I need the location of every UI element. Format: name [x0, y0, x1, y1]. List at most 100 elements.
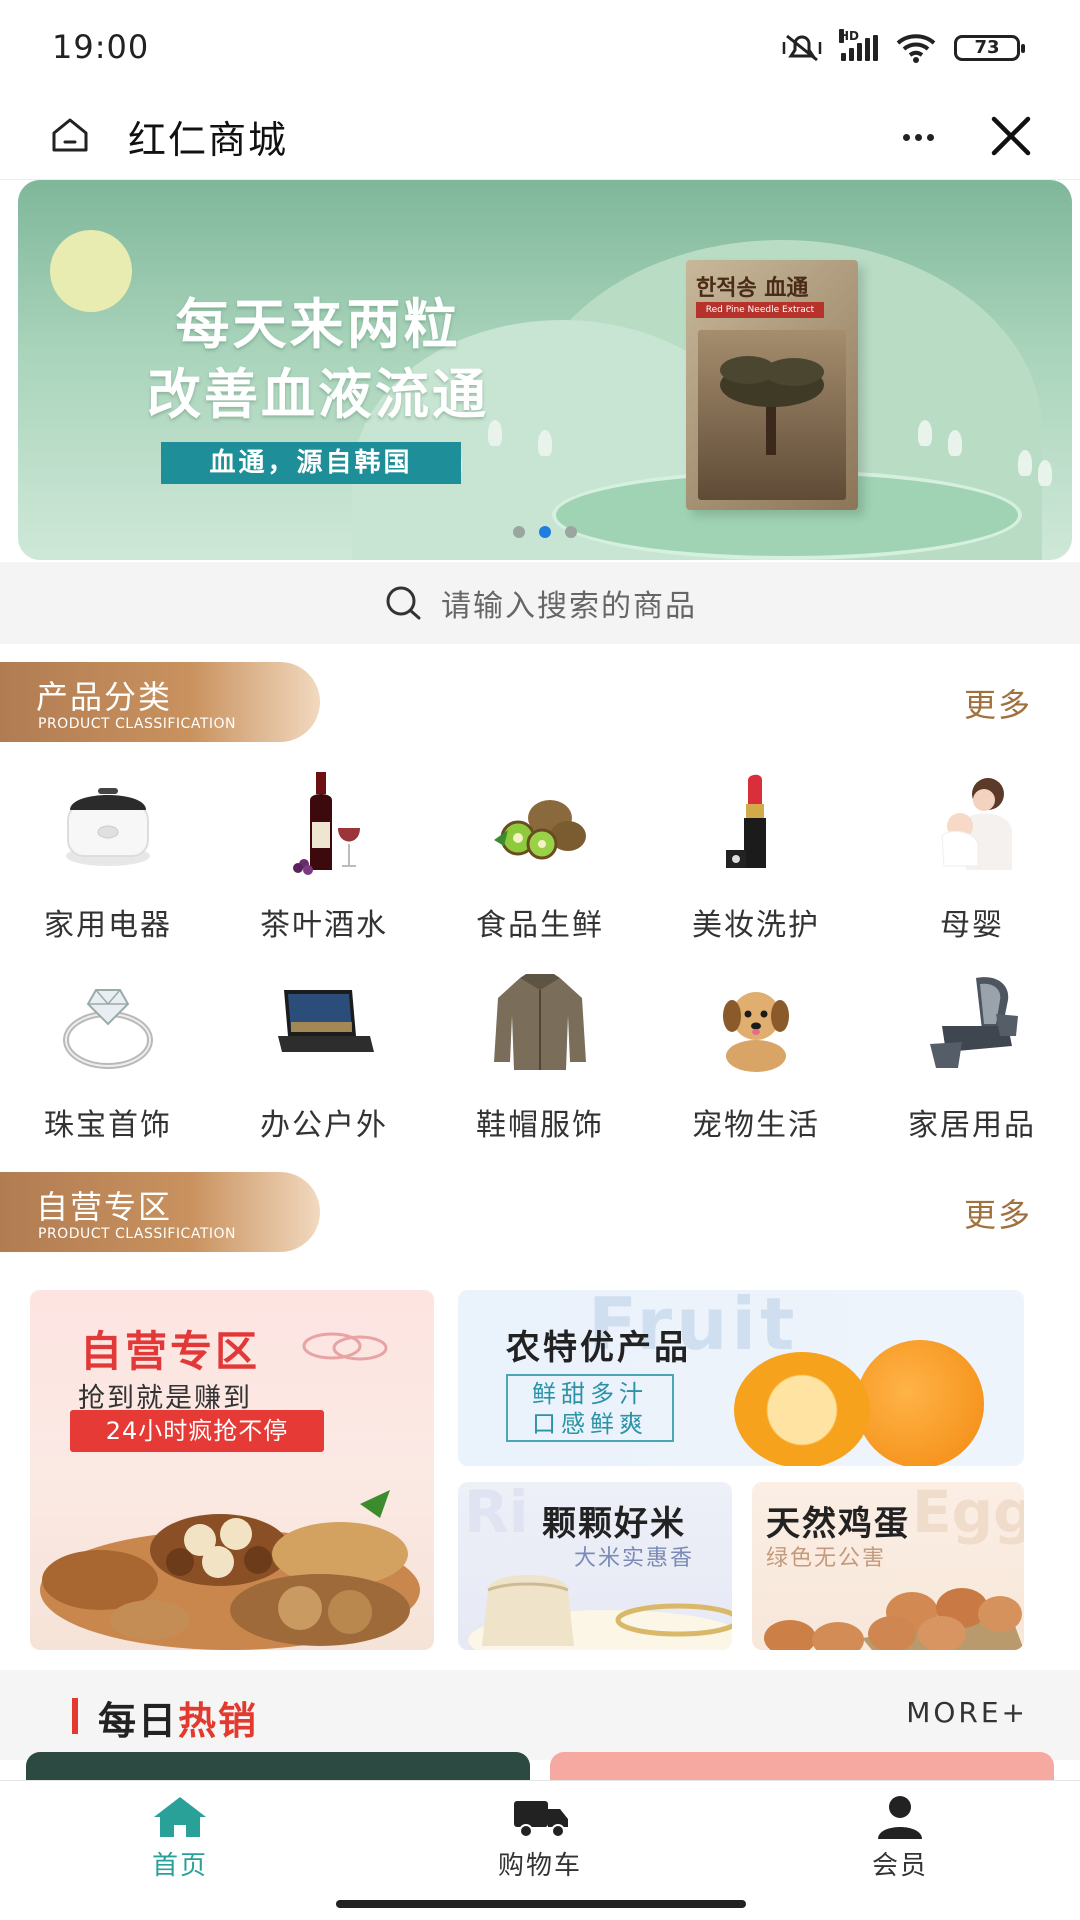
user-icon [878, 1796, 922, 1839]
product-box-label: 한적송 血通 [696, 276, 809, 301]
category-item-appliances[interactable]: 家用电器 [0, 770, 216, 950]
more-options-icon[interactable] [896, 115, 940, 159]
banner-tagline: 血通，源自韩国 [161, 442, 461, 484]
promo-card-title: 自营专区 [80, 1327, 261, 1376]
category-item-jewelry[interactable]: 珠宝首饰 [0, 970, 216, 1150]
section-title: 产品分类 [36, 678, 173, 716]
nav-item-home[interactable]: 首页 [80, 1795, 280, 1882]
status-time: 19:00 [52, 28, 150, 66]
close-icon[interactable] [986, 111, 1036, 161]
category-item-office-outdoor[interactable]: 办公户外 [216, 970, 432, 1150]
truck-icon [514, 1801, 568, 1838]
card-tagline-box: 鲜甜多汁 口感鲜爽 [506, 1374, 674, 1442]
app-header: 红仁商城 [0, 95, 1080, 180]
promo-badge: 24小时疯抢不停 [70, 1410, 324, 1452]
card-background-word: Egg [912, 1482, 1024, 1546]
self-run-section-header: 自营专区 PRODUCT CLASSIFICATION [0, 1172, 320, 1252]
laptop-icon [278, 990, 374, 1052]
section-marker [72, 1698, 78, 1734]
kiwi-icon [494, 800, 586, 860]
diamond-ring-icon [63, 989, 153, 1069]
egg-card[interactable]: Egg 天然鸡蛋 绿色无公害 [752, 1482, 1024, 1650]
category-label: 宠物生活 [692, 1108, 820, 1143]
rice-sack-image [468, 1575, 732, 1650]
category-label: 家居用品 [908, 1108, 1036, 1143]
home-icon[interactable] [48, 113, 92, 157]
nav-label: 会员 [871, 1851, 928, 1881]
category-label: 珠宝首饰 [44, 1108, 172, 1143]
massage-chair-icon [930, 977, 1018, 1068]
search-icon [386, 586, 421, 620]
nav-item-cart[interactable]: 购物车 [440, 1795, 640, 1882]
banner-dot[interactable] [565, 526, 577, 538]
banner-headline-2: 改善血液流通 [147, 363, 489, 426]
specialty-products-card[interactable]: Fruit 农特优产品 鲜甜多汁 口感鲜爽 [458, 1290, 1024, 1466]
hot-product-card[interactable] [550, 1752, 1054, 1782]
banner-dot[interactable] [513, 526, 525, 538]
mother-baby-icon [941, 778, 1012, 870]
nav-label: 首页 [151, 1851, 208, 1881]
banner-pagination [18, 526, 1072, 538]
category-label: 办公户外 [260, 1108, 388, 1143]
orange-half-image [734, 1352, 870, 1466]
almond-decoration-icon [302, 1332, 388, 1361]
pine-tree-icon [720, 356, 824, 455]
self-run-promo-card[interactable]: 自营专区 抢到就是赚到 24小时疯抢不停 [30, 1290, 434, 1650]
rice-card[interactable]: Ri 颗颗好米 大米实惠香 [458, 1482, 732, 1650]
puppy-icon [723, 992, 789, 1072]
daily-hot-title: 每日热销 [98, 1690, 258, 1745]
card-background-word: Ri [464, 1482, 529, 1546]
category-item-pets[interactable]: 宠物生活 [648, 970, 864, 1150]
wine-bottle-icon [293, 772, 360, 875]
product-box-image: 한적송 血通 Red Pine Needle Extract [686, 260, 858, 510]
orange-image [856, 1340, 984, 1466]
bottom-nav: 首页 购物车 会员 [0, 1780, 1080, 1920]
banner-headline-1: 每天来两粒 [175, 293, 461, 356]
home-indicator[interactable] [336, 1900, 746, 1908]
category-label: 茶叶酒水 [260, 908, 388, 943]
lipstick-icon [726, 774, 766, 868]
battery-icon: 73 [954, 35, 1025, 61]
category-item-home[interactable]: 家居用品 [864, 970, 1080, 1150]
nav-item-member[interactable]: 会员 [800, 1795, 1000, 1882]
category-item-beauty[interactable]: 美妆洗护 [648, 770, 864, 950]
network-type: HD [839, 29, 860, 43]
product-box-sublabel: Red Pine Needle Extract [696, 302, 824, 318]
page-title: 红仁商城 [128, 118, 289, 162]
cellular-signal-icon: HD [839, 29, 878, 61]
wifi-icon [896, 34, 936, 63]
category-item-fresh-food[interactable]: 食品生鲜 [432, 770, 648, 950]
category-label: 家用电器 [44, 908, 172, 943]
home-icon [154, 1797, 206, 1837]
banner-dot-active[interactable] [539, 526, 551, 538]
category-item-tea-wine[interactable]: 茶叶酒水 [216, 770, 432, 950]
category-label: 鞋帽服饰 [476, 1108, 604, 1143]
status-icons: HD 73 [781, 29, 1025, 64]
rice-cooker-icon [66, 788, 150, 866]
category-item-apparel[interactable]: 鞋帽服饰 [432, 970, 648, 1150]
card-title: 颗颗好米 [542, 1504, 686, 1544]
promo-banner[interactable]: 每天来两粒 改善血液流通 血通，源自韩国 한적송 血通 Red Pine Nee… [18, 180, 1072, 560]
card-title: 农特优产品 [506, 1328, 691, 1368]
category-label: 美妆洗护 [692, 908, 820, 943]
card-title: 天然鸡蛋 [766, 1504, 910, 1544]
card-subtitle: 绿色无公害 [766, 1546, 887, 1571]
categories-more-link[interactable]: 更多 [964, 680, 1032, 726]
hot-product-card[interactable] [26, 1752, 530, 1782]
title-part-2: 热销 [178, 1699, 259, 1743]
category-item-mother-baby[interactable]: 母婴 [864, 770, 1080, 950]
nuts-image [40, 1490, 420, 1650]
daily-hot-more-link[interactable]: MORE+ [906, 1696, 1028, 1729]
title-part-1: 每日 [98, 1699, 179, 1743]
nav-label: 购物车 [497, 1851, 582, 1881]
tagline-line-1: 鲜甜多汁 [532, 1380, 648, 1408]
self-run-more-link[interactable]: 更多 [964, 1190, 1032, 1236]
search-input[interactable]: 请输入搜索的商品 [0, 562, 1080, 644]
daily-hot-header: 每日热销 MORE+ [0, 1670, 1080, 1760]
jacket-icon [494, 974, 586, 1070]
section-subtitle: PRODUCT CLASSIFICATION [38, 1226, 236, 1242]
category-label: 母婴 [940, 908, 1004, 943]
status-bar: 19:00 HD 73 [0, 0, 1080, 95]
search-placeholder: 请输入搜索的商品 [441, 589, 697, 624]
categories-section-header: 产品分类 PRODUCT CLASSIFICATION [0, 662, 320, 742]
